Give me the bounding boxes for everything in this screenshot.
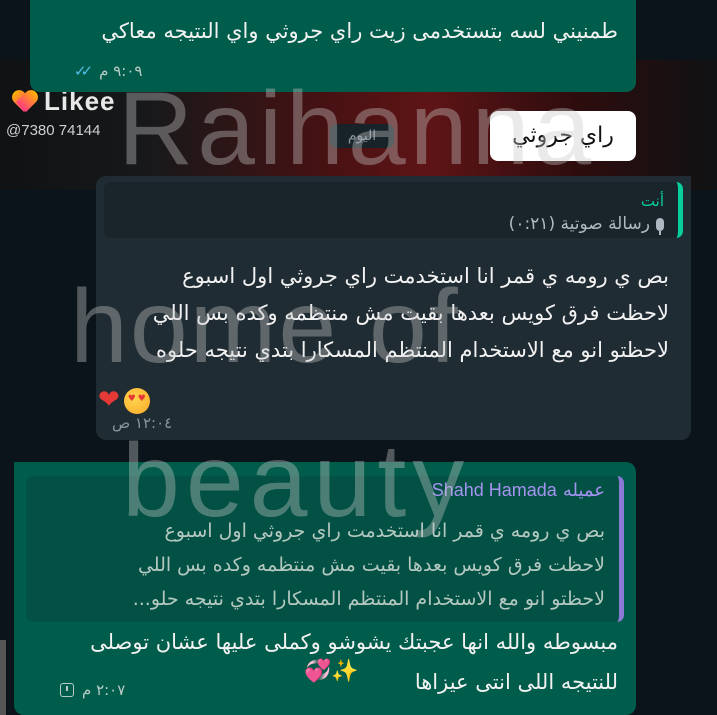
quoted-line: لاحظتو انو مع الاستخدام المنتظم المسكارا… [132, 588, 605, 610]
quoted-label: عميله [562, 480, 605, 501]
message-time: ١٢:٠٤ ص [112, 414, 173, 432]
message-bubble-outgoing[interactable]: عميله Shahd Hamada بص ي رومه ي قمر انا ا… [14, 462, 636, 715]
smiling-face-hearts-icon [123, 387, 150, 414]
emoji-row: 💞✨ [304, 659, 359, 684]
red-heart-icon: ❤ [98, 385, 120, 415]
quoted-line: لاحظت فرق كويس بعدها بقيت مش منتظمه وكده… [137, 554, 605, 576]
message-text: طمنيني لسه بتستخدمى زيت راي جروثي واي ال… [101, 19, 618, 43]
quoted-text: بص ي رومه ي قمر انا استخدمت راي جروثي او… [35, 514, 605, 616]
pending-clock-icon [60, 683, 74, 697]
label-overlay: راي جروثي [490, 111, 636, 161]
quoted-message[interactable]: أنت رسالة صوتية (٠:٢١) [104, 182, 683, 238]
quoted-text: رسالة صوتية (٠:٢١) [508, 214, 650, 234]
message-line: لاحظت فرق كويس بعدها بقيت مش منتظمه وكده… [152, 301, 669, 325]
sparkles-icon: ✨ [331, 659, 359, 684]
message-bubble-outgoing[interactable]: طمنيني لسه بتستخدمى زيت راي جروثي واي ال… [30, 0, 636, 92]
message-bubble-incoming[interactable]: أنت رسالة صوتية (٠:٢١) بص ي رومه ي قمر ا… [96, 176, 691, 440]
quoted-voice-note: رسالة صوتية (٠:٢١) [508, 214, 664, 235]
message-time: ٢:٠٧ م [82, 681, 126, 699]
quoted-message[interactable]: عميله Shahd Hamada بص ي رومه ي قمر انا ا… [26, 476, 624, 622]
quoted-line: بص ي رومه ي قمر انا استخدمت راي جروثي او… [164, 520, 605, 542]
message-line: مبسوطه والله انها عجبتك يشوشو وكملى عليه… [90, 630, 618, 654]
message-line: بص ي رومه ي قمر انا استخدمت راي جروثي او… [182, 264, 669, 288]
likee-heart-icon [12, 91, 38, 113]
message-text: بص ي رومه ي قمر انا استخدمت راي جروثي او… [109, 258, 669, 369]
quoted-author: أنت [640, 192, 664, 210]
mic-icon [656, 217, 664, 235]
quoted-author: Shahd Hamada [431, 480, 557, 500]
message-meta: ٢:٠٧ م [60, 681, 125, 699]
emoji-row: ❤ [98, 385, 150, 415]
day-separator: اليوم [330, 124, 394, 148]
edge-strip [0, 640, 6, 715]
revolving-hearts-icon: 💞 [304, 659, 332, 684]
message-meta: ✓✓ ٩:٠٩ م [74, 62, 142, 80]
quoted-header: عميله Shahd Hamada [432, 480, 605, 501]
message-time: ٩:٠٩ م [99, 62, 143, 80]
read-ticks-icon: ✓✓ [74, 62, 93, 80]
likee-user-id: @7380 74144 [6, 122, 101, 139]
message-line: لاحظتو انو مع الاستخدام المنتظم المسكارا… [156, 338, 669, 362]
